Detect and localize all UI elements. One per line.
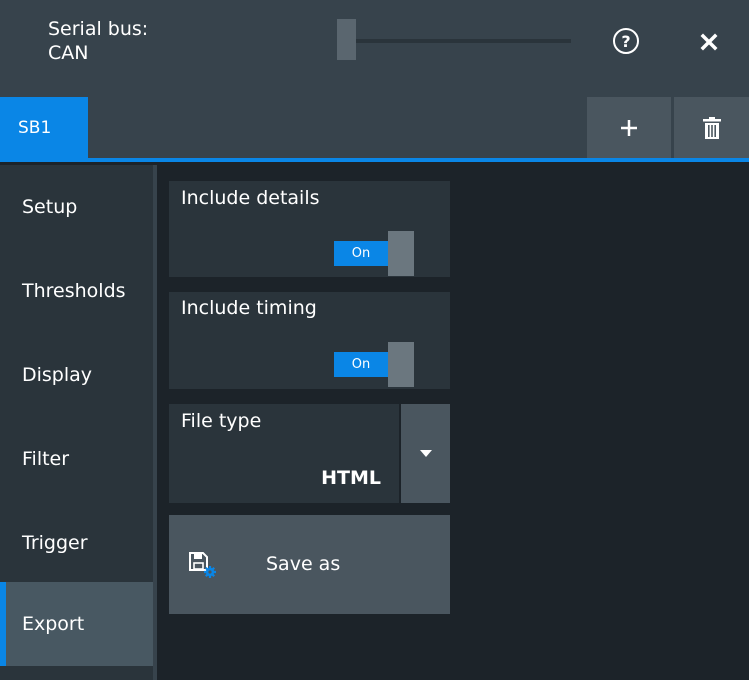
file-type-value: HTML (321, 467, 381, 489)
sidebar-item-display[interactable]: Display (0, 333, 153, 417)
include-details-panel: Include details On (169, 181, 450, 277)
caret-down-icon (419, 449, 432, 457)
file-type-label: File type (181, 410, 262, 432)
tab-bar: SB1 (0, 97, 749, 162)
file-type-dropdown-button[interactable] (401, 404, 450, 503)
plus-icon (621, 119, 637, 136)
trash-icon (702, 116, 721, 139)
save-as-label: Save as (266, 553, 341, 575)
title-line-1: Serial bus: (48, 18, 149, 40)
sidebar-item-export[interactable]: Export (0, 582, 153, 666)
include-details-label: Include details (181, 187, 320, 209)
include-timing-panel: Include timing On (169, 292, 450, 389)
sidebar-item-trigger[interactable]: Trigger (0, 501, 153, 585)
sidebar-divider (153, 165, 157, 680)
sidebar-item-filter[interactable]: Filter (0, 417, 153, 501)
dialog-header: Serial bus: CAN ? (0, 0, 749, 97)
save-as-button[interactable]: Save as (169, 515, 450, 614)
include-timing-toggle[interactable]: On (334, 342, 414, 387)
serial-bus-dialog: Serial bus: CAN ? SB1 Setup Thresholds D… (0, 0, 749, 680)
include-timing-state: On (334, 352, 388, 377)
close-icon (700, 33, 718, 51)
save-icon (189, 552, 216, 578)
tab-sb1[interactable]: SB1 (0, 97, 88, 158)
sidebar: Setup Thresholds Display Filter Trigger … (0, 165, 153, 680)
include-timing-label: Include timing (181, 297, 317, 319)
close-button[interactable] (694, 27, 724, 57)
tab-underline (0, 158, 749, 162)
delete-bus-button[interactable] (674, 97, 749, 158)
sidebar-item-setup[interactable]: Setup (0, 165, 153, 249)
dialog-title: Serial bus: CAN (48, 17, 148, 65)
help-button[interactable]: ? (613, 28, 639, 54)
toggle-knob (388, 231, 414, 276)
sidebar-item-thresholds[interactable]: Thresholds (0, 249, 153, 333)
title-line-2: CAN (48, 42, 89, 64)
transparency-slider-handle[interactable] (337, 19, 356, 60)
transparency-slider-track[interactable] (338, 39, 571, 43)
include-details-toggle[interactable]: On (334, 231, 414, 276)
file-type-select[interactable]: File type HTML (169, 404, 399, 503)
include-details-state: On (334, 241, 388, 266)
toggle-knob (388, 342, 414, 387)
add-bus-button[interactable] (587, 97, 671, 158)
question-circle-icon: ? (621, 31, 631, 51)
